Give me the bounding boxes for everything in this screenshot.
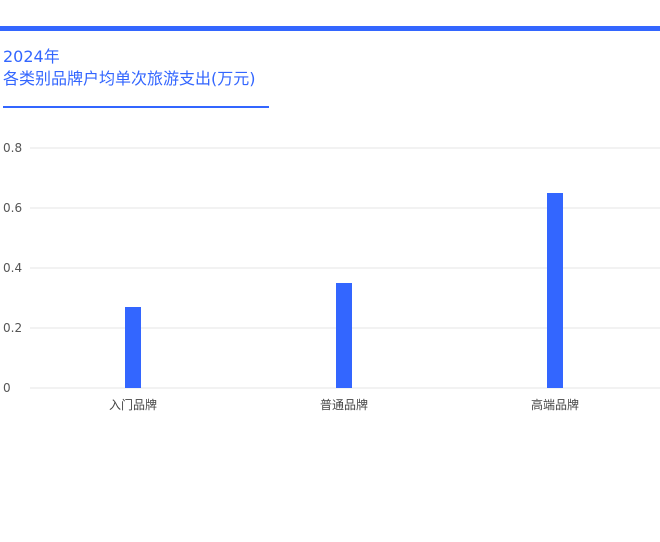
bar-2 [336,283,352,388]
bar-1 [125,307,141,388]
y-tick-label: 0.4 [3,261,22,275]
x-category-label: 高端品牌 [531,397,579,412]
y-tick-label: 0 [3,381,11,395]
bar-3 [547,193,563,388]
x-category-label: 普通品牌 [320,398,368,412]
y-tick-label: 0.2 [3,321,22,335]
y-tick-label: 0.6 [3,201,22,215]
x-category-label: 入门品牌 [109,397,157,412]
y-axis-ticks: 0 0.2 0.4 0.6 0.8 [3,141,22,395]
y-tick-label: 0.8 [3,141,22,155]
bar-chart: 0 0.2 0.4 0.6 0.8 入门品牌 普通品牌 高端品牌 [3,141,660,412]
x-axis-labels: 入门品牌 普通品牌 高端品牌 [109,397,579,412]
bars [125,193,563,388]
